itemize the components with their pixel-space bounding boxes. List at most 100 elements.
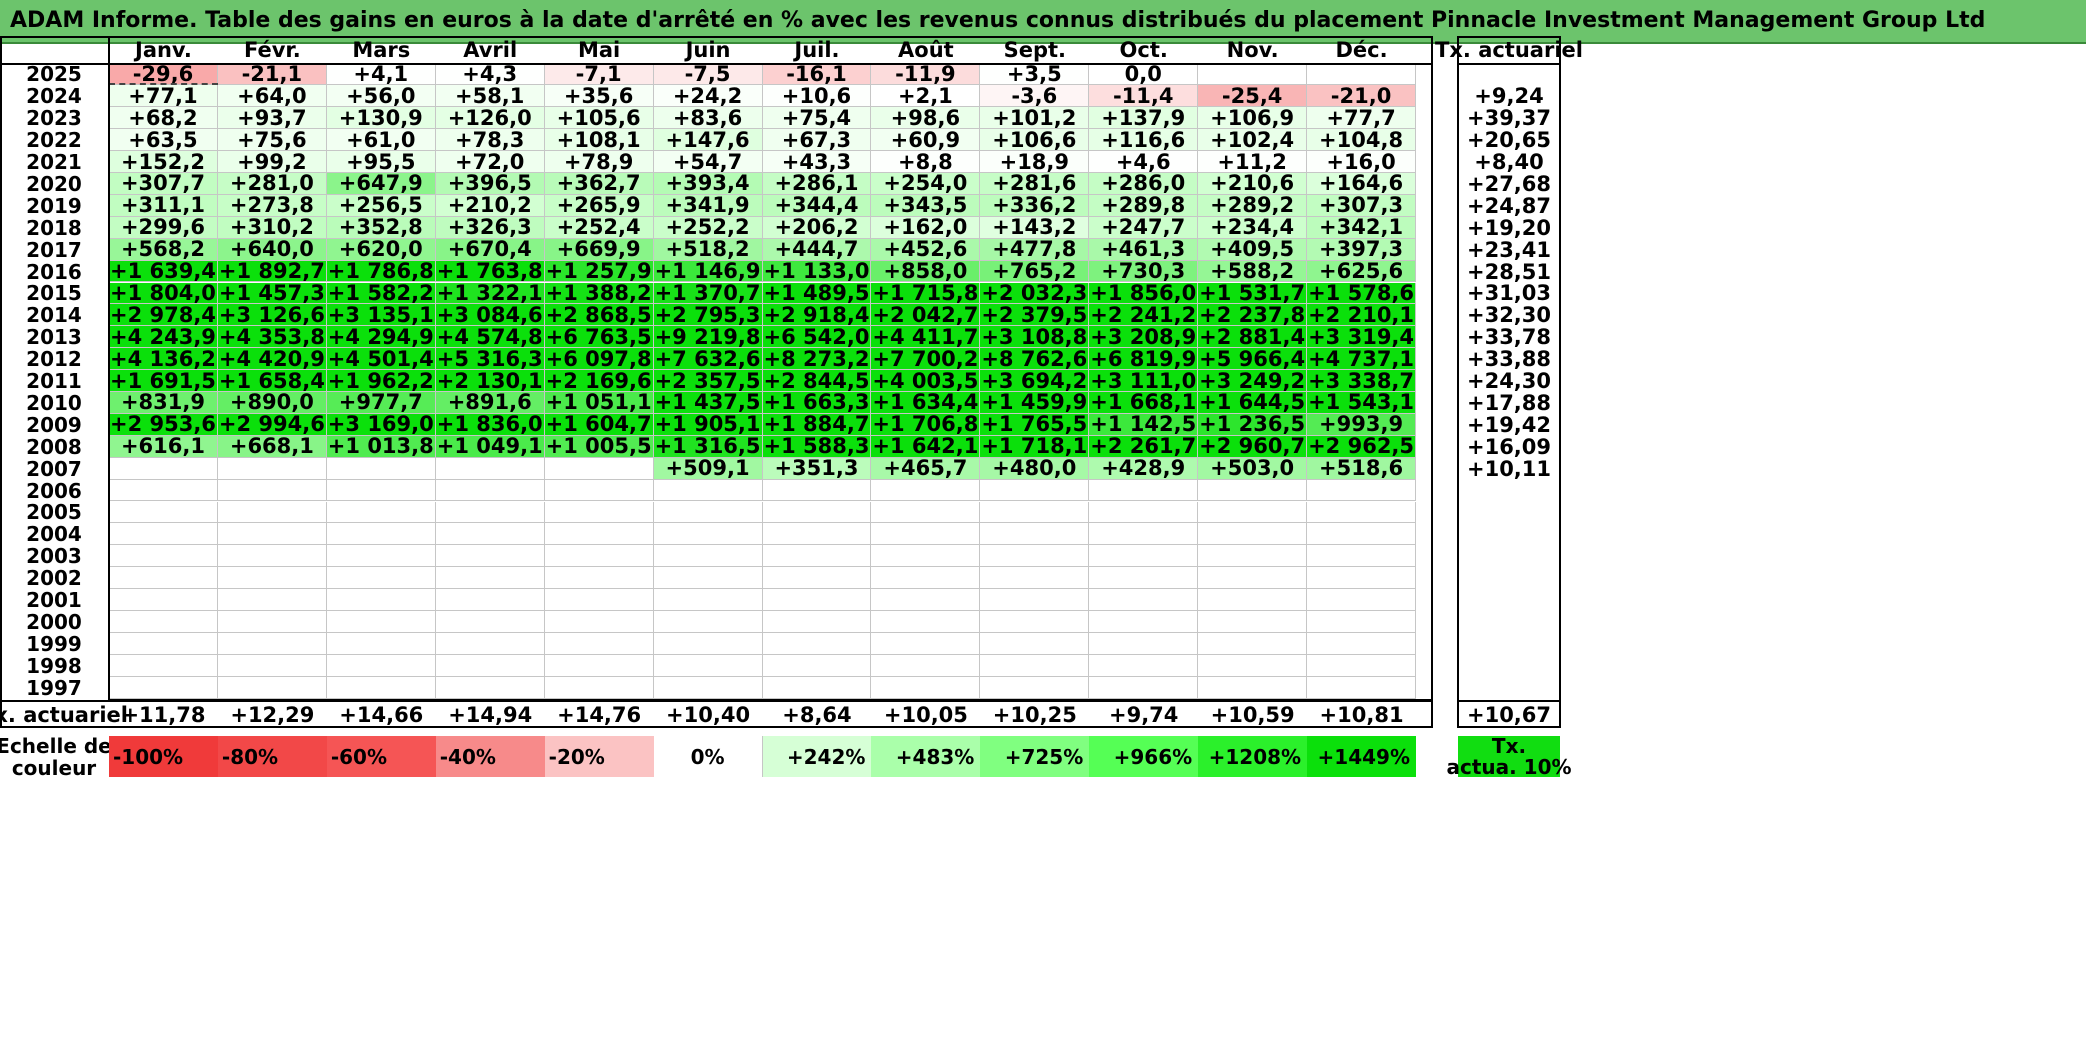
table-cell[interactable]: +4,3 [435,62,545,86]
table-cell[interactable] [871,567,981,590]
table-cell[interactable] [1307,501,1417,524]
table-cell[interactable]: +137,9 [1089,106,1199,130]
table-cell[interactable]: +310,2 [217,215,327,239]
table-cell[interactable] [217,654,327,677]
table-cell[interactable]: +68,2 [109,106,218,130]
table-cell[interactable] [544,676,654,699]
table-cell[interactable]: +60,9 [871,128,981,152]
table-cell[interactable]: +104,8 [1307,128,1417,152]
table-cell[interactable] [1089,523,1199,546]
table-cell[interactable]: +56,0 [326,84,436,108]
table-cell[interactable]: +1 765,5 [980,412,1090,436]
table-cell[interactable] [1089,654,1199,677]
table-cell[interactable]: +625,6 [1307,259,1417,283]
table-cell[interactable] [653,501,763,524]
table-cell[interactable]: +1 836,0 [435,412,545,436]
table-cell[interactable]: -11,9 [871,62,981,86]
table-cell[interactable]: +2 130,1 [435,369,545,393]
table-cell[interactable]: +3 208,9 [1089,325,1199,349]
table-cell[interactable]: +63,5 [109,128,218,152]
table-cell[interactable] [1198,479,1308,502]
table-cell[interactable] [326,479,436,502]
table-cell[interactable]: +2 795,3 [653,303,763,327]
table-cell[interactable] [1198,654,1308,677]
table-cell[interactable]: +765,2 [980,259,1090,283]
table-cell[interactable] [762,501,872,524]
table-cell[interactable] [109,501,218,524]
table-cell[interactable] [544,567,654,590]
table-cell[interactable]: +1 786,8 [326,259,436,283]
table-cell[interactable]: +1 962,2 [326,369,436,393]
table-cell[interactable]: +289,2 [1198,193,1308,217]
table-cell[interactable]: +2 210,1 [1307,303,1417,327]
table-cell[interactable]: +2 844,5 [762,369,872,393]
table-cell[interactable]: +2 994,6 [217,412,327,436]
table-cell[interactable]: +2 868,5 [544,303,654,327]
table-cell[interactable] [980,611,1090,633]
table-cell[interactable] [326,523,436,546]
table-cell[interactable]: +254,0 [871,171,981,195]
table-cell[interactable]: +2 357,5 [653,369,763,393]
table-cell[interactable] [653,654,763,677]
table-cell[interactable]: +1 005,5 [544,434,654,458]
table-cell[interactable]: +668,1 [217,434,327,458]
table-cell[interactable]: -11,4 [1089,84,1199,108]
table-cell[interactable]: +4 136,2 [109,347,218,371]
table-cell[interactable] [109,523,218,546]
table-cell[interactable]: +3 338,7 [1307,369,1417,393]
table-cell[interactable] [653,479,763,502]
table-cell[interactable]: +311,1 [109,193,218,217]
table-cell[interactable]: +2 962,5 [1307,434,1417,458]
table-cell[interactable] [1307,523,1417,546]
table-cell[interactable]: +640,0 [217,237,327,261]
table-cell[interactable] [762,676,872,699]
table-cell[interactable]: +5 316,3 [435,347,545,371]
table-cell[interactable]: +1 437,5 [653,390,763,414]
table-cell[interactable] [871,589,981,611]
table-cell[interactable]: +8,8 [871,150,981,174]
table-cell[interactable] [1307,632,1417,655]
table-cell[interactable]: +2 918,4 [762,303,872,327]
table-cell[interactable]: +3 694,2 [980,369,1090,393]
table-cell[interactable]: +1 322,1 [435,281,545,305]
table-cell[interactable]: +273,8 [217,193,327,217]
table-cell[interactable] [1198,501,1308,524]
table-cell[interactable]: +1 049,1 [435,434,545,458]
table-cell[interactable] [326,611,436,633]
table-cell[interactable]: +342,1 [1307,215,1417,239]
table-cell[interactable] [1089,611,1199,633]
table-cell[interactable]: +461,3 [1089,237,1199,261]
table-cell[interactable]: +4 411,7 [871,325,981,349]
table-cell[interactable] [871,545,981,568]
table-cell[interactable]: +4 353,8 [217,325,327,349]
table-cell[interactable] [435,567,545,590]
table-cell[interactable] [435,545,545,568]
table-cell[interactable] [326,501,436,524]
table-cell[interactable]: +2 379,5 [980,303,1090,327]
table-cell[interactable]: +891,6 [435,390,545,414]
table-cell[interactable]: +77,1 [109,84,218,108]
table-cell[interactable]: +341,9 [653,193,763,217]
table-cell[interactable] [1089,589,1199,611]
table-cell[interactable]: +4 737,1 [1307,347,1417,371]
table-cell[interactable]: +2 241,2 [1089,303,1199,327]
table-cell[interactable]: +977,7 [326,390,436,414]
table-cell[interactable]: +1 763,8 [435,259,545,283]
table-cell[interactable] [435,676,545,699]
table-cell[interactable] [435,632,545,655]
table-cell[interactable]: +3 126,6 [217,303,327,327]
table-cell[interactable]: +99,2 [217,150,327,174]
table-cell[interactable] [435,501,545,524]
table-cell[interactable]: +147,6 [653,128,763,152]
table-cell[interactable]: +4 294,9 [326,325,436,349]
table-cell[interactable]: +1 013,8 [326,434,436,458]
table-cell[interactable] [435,479,545,502]
table-cell[interactable]: +54,7 [653,150,763,174]
table-cell[interactable] [217,611,327,633]
table-cell[interactable]: +130,9 [326,106,436,130]
table-cell[interactable] [980,501,1090,524]
table-cell[interactable]: +1 316,5 [653,434,763,458]
table-cell[interactable] [1307,589,1417,611]
table-cell[interactable] [762,523,872,546]
table-cell[interactable]: +210,2 [435,193,545,217]
